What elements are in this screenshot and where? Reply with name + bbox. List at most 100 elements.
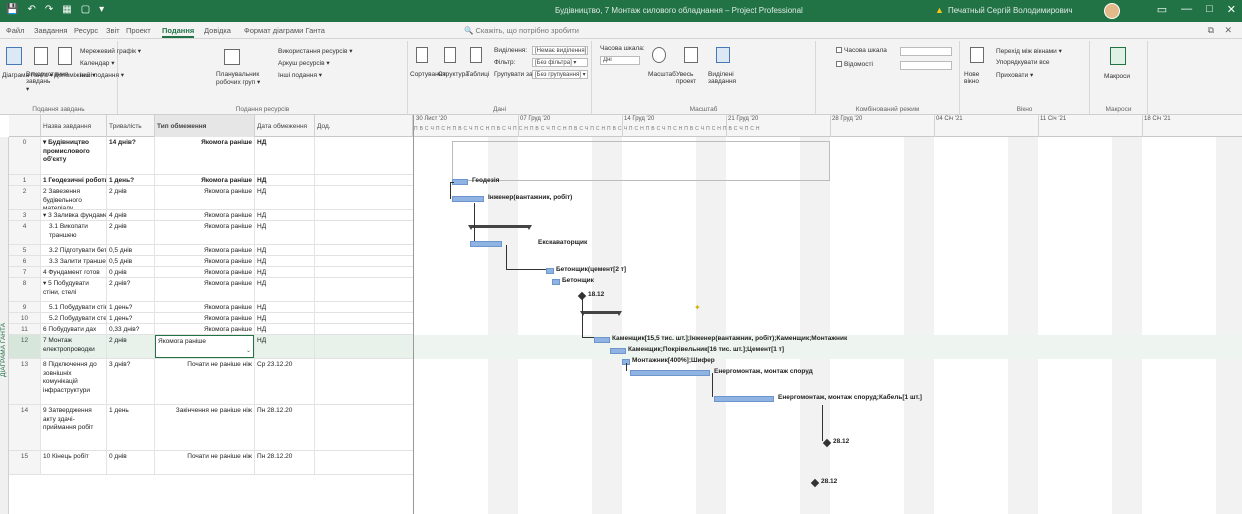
calendar-button[interactable]: Календар ▾ (80, 59, 115, 67)
task-constraint-type[interactable]: Якомога раніше (155, 302, 255, 312)
task-duration[interactable]: 1 день? (107, 313, 155, 323)
selected-tasks-button[interactable]: Виділені завдання (708, 71, 738, 85)
column-header-name[interactable]: Назва завдання (41, 115, 107, 137)
task-duration[interactable]: 1 день? (107, 302, 155, 312)
task-name[interactable]: 9 Затвердження акту здачі-приймання робі… (41, 405, 107, 450)
task-constraint-date[interactable]: Ср 23.12.20 (255, 359, 315, 404)
task-constraint-date[interactable]: НД (255, 210, 315, 220)
selected-tasks-icon[interactable] (716, 47, 730, 63)
column-header-duration[interactable]: Тривалість (107, 115, 155, 137)
entire-project-icon[interactable] (684, 47, 698, 63)
switch-windows-button[interactable]: Перехід між вікнами ▾ (996, 47, 1062, 55)
task-constraint-type[interactable]: Якомога раніше (155, 210, 255, 220)
gantt-chart-icon[interactable] (6, 47, 22, 65)
task-constraint-date[interactable]: НД (255, 335, 315, 358)
table-row[interactable]: 9 5.1 Побудувати стіни 1 день? Якомога р… (9, 302, 413, 313)
task-duration[interactable]: 2 днів (107, 221, 155, 244)
task-name[interactable]: ▾ Будівництво промислового об'єкту (41, 137, 107, 174)
table-row[interactable]: 10 5.2 Побудувати стелю 1 день? Якомога … (9, 313, 413, 324)
table-row-selected[interactable]: 12 7 Монтаж електропроводки 2 днів Якомо… (9, 335, 413, 359)
task-name[interactable]: 3.2 Підготувати бетон (41, 245, 107, 255)
details-view-dropdown[interactable] (900, 61, 952, 70)
macros-icon[interactable] (1110, 47, 1126, 65)
save-icon[interactable]: 💾 (6, 4, 18, 15)
task-constraint-date[interactable]: НД (255, 267, 315, 277)
table-row[interactable]: 6 3.3 Залити траншею 0,5 днів Якомога ра… (9, 256, 413, 267)
task-constraint-type[interactable]: Якомога раніше (155, 186, 255, 209)
share-icon[interactable]: ⧉ (1208, 25, 1214, 36)
task-duration[interactable]: 0 днів (107, 451, 155, 474)
task-constraint-date[interactable]: Пн 28.12.20 (255, 451, 315, 474)
group-by-dropdown[interactable]: [Без групування] ▾ (532, 70, 588, 79)
task-constraint-type[interactable]: Якомога раніше (155, 256, 255, 266)
macros-button[interactable]: Макроси (1104, 73, 1130, 80)
task-constraint-type[interactable]: Якомога раніше (155, 324, 255, 334)
task-constraint-date[interactable]: НД (255, 313, 315, 323)
sort-icon[interactable] (416, 47, 428, 63)
table-row[interactable]: 13 8 Підключення до зовнішніх комунікаці… (9, 359, 413, 405)
tab-help[interactable]: Довідка (204, 26, 231, 35)
new-window-icon[interactable] (970, 47, 984, 63)
task-constraint-date[interactable]: НД (255, 278, 315, 301)
task-name[interactable]: 5.1 Побудувати стіни (41, 302, 107, 312)
task-constraint-type[interactable]: Якомога раніше (155, 313, 255, 323)
tab-report[interactable]: Звіт (106, 26, 120, 35)
tell-me-search[interactable]: 🔍 Скажіть, що потрібно зробити (464, 26, 579, 35)
entire-project-button[interactable]: Увесь проект (676, 71, 706, 85)
task-name[interactable]: 7 Монтаж електропроводки (41, 335, 107, 358)
task-constraint-date[interactable]: Пн 28.12.20 (255, 405, 315, 450)
avatar[interactable] (1104, 3, 1120, 19)
task-name[interactable]: 4 Фундамент готов (41, 267, 107, 277)
task-duration[interactable]: 2 днів (107, 186, 155, 209)
task-duration[interactable]: 0 днів (107, 267, 155, 277)
table-row[interactable]: 7 4 Фундамент готов 0 днів Якомога раніш… (9, 267, 413, 278)
task-constraint-date[interactable]: НД (255, 186, 315, 209)
highlight-dropdown[interactable]: [Немає виділення] ▾ (532, 46, 588, 55)
timeline-checkbox[interactable]: Часова шкала (836, 47, 887, 54)
task-constraint-date[interactable]: НД (255, 137, 315, 174)
ribbon-close-icon[interactable]: ✕ (1224, 25, 1232, 36)
tab-gantt-format[interactable]: Формат діаграми Ганта (244, 26, 325, 35)
task-duration[interactable]: 1 день? (107, 175, 155, 185)
table-row[interactable]: 4 3.1 Викопати траншею 2 днів Якомога ра… (9, 221, 413, 245)
task-constraint-date[interactable]: НД (255, 245, 315, 255)
team-planner-icon[interactable] (224, 49, 240, 65)
task-duration[interactable]: 0,5 днів (107, 256, 155, 266)
task-bar[interactable] (594, 337, 610, 343)
task-duration[interactable]: 3 днів? (107, 359, 155, 404)
select-all-cell[interactable] (9, 115, 41, 137)
task-bar-selected[interactable] (630, 370, 710, 376)
outline-icon[interactable] (444, 47, 456, 63)
task-bar[interactable] (552, 279, 560, 285)
table-row[interactable]: 14 9 Затвердження акту здачі-приймання р… (9, 405, 413, 451)
constraint-type-combobox[interactable]: Якомога раніше ⌄ (155, 335, 254, 358)
task-constraint-date[interactable]: НД (255, 302, 315, 312)
table-row[interactable]: 5 3.2 Підготувати бетон 0,5 днів Якомога… (9, 245, 413, 256)
undo-icon[interactable]: ↶ (27, 4, 35, 15)
task-duration[interactable]: 2 днів (107, 335, 155, 358)
page-icon[interactable]: ▢ (81, 4, 90, 15)
task-bar[interactable] (452, 196, 484, 202)
task-name[interactable]: 2 Завезення будівельного матеріалу (41, 186, 107, 209)
task-duration[interactable]: 1 день (107, 405, 155, 450)
table-row[interactable]: 8 ▾ 5 Побудувати стіни, стелі 2 днів? Як… (9, 278, 413, 302)
task-constraint-date[interactable]: НД (255, 324, 315, 334)
task-duration[interactable]: 14 днів? (107, 137, 155, 174)
details-checkbox[interactable]: Відомості (836, 61, 873, 68)
task-constraint-date[interactable]: НД (255, 221, 315, 244)
task-bar[interactable] (452, 179, 468, 185)
task-duration[interactable]: 0,5 днів (107, 245, 155, 255)
task-name[interactable]: 5.2 Побудувати стелю (41, 313, 107, 323)
warning-icon[interactable]: ▲ (935, 5, 944, 15)
column-header-constraint-type[interactable]: Тип обмеження (155, 115, 255, 137)
task-name[interactable]: 1 Геодезичні роботи (41, 175, 107, 185)
filter-dropdown[interactable]: [Без фільтра] ▾ (532, 58, 588, 67)
close-icon[interactable]: ✕ (1227, 3, 1236, 16)
hide-button[interactable]: Приховати ▾ (996, 71, 1033, 79)
new-window-button[interactable]: Нове вікно (964, 71, 988, 85)
task-constraint-type[interactable]: Закінчення не раніше ніж (155, 405, 255, 450)
task-duration[interactable]: 0,33 днів? (107, 324, 155, 334)
task-bar[interactable] (610, 348, 626, 354)
task-bar[interactable] (546, 268, 554, 274)
table-icon[interactable]: ▦ (62, 4, 71, 15)
